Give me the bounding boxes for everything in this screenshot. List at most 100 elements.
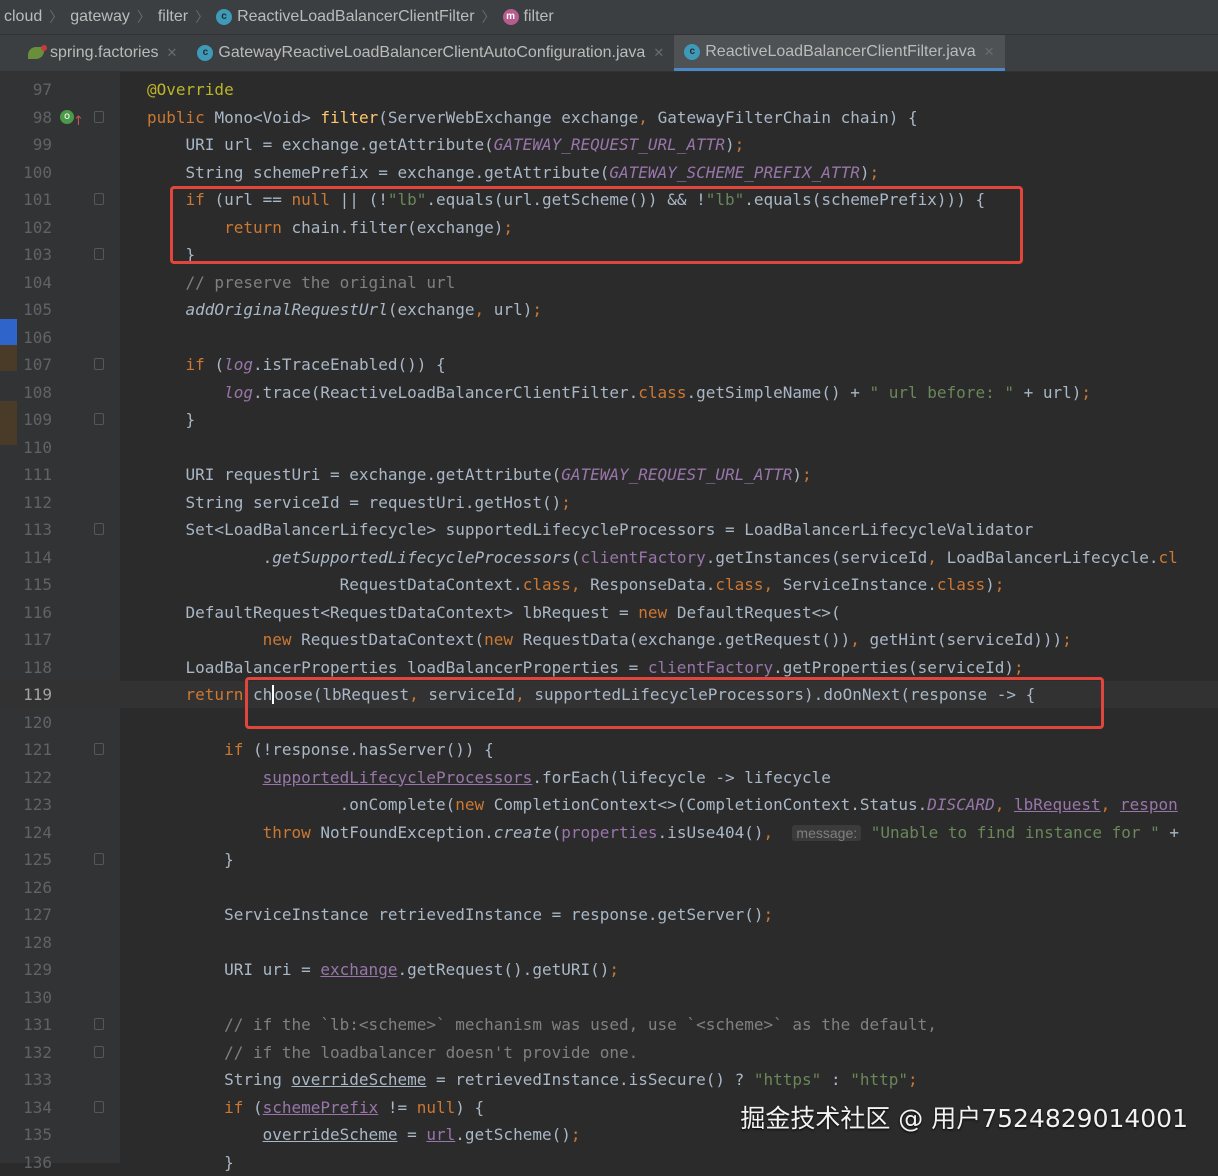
code-line[interactable]: 129 URI uri = exchange.getRequest().getU… (0, 956, 1218, 983)
code-line[interactable]: 110 (0, 434, 1218, 461)
fold-icon[interactable] (94, 193, 104, 205)
line-number[interactable]: 122 (0, 764, 52, 791)
code-text[interactable]: ServiceInstance retrievedInstance = resp… (147, 901, 773, 928)
code-line[interactable]: 123 .onComplete(new CompletionContext<>(… (0, 791, 1218, 818)
line-number[interactable]: 106 (0, 324, 52, 351)
code-text[interactable]: addOriginalRequestUrl(exchange, url); (147, 296, 542, 323)
fold-icon[interactable] (94, 248, 104, 260)
code-line[interactable]: 121 if (!response.hasServer()) { (0, 736, 1218, 763)
code-line[interactable]: 136 } (0, 1149, 1218, 1176)
code-text[interactable]: @Override (147, 76, 234, 103)
code-line[interactable]: 99 URI url = exchange.getAttribute(GATEW… (0, 131, 1218, 158)
fold-icon[interactable] (94, 1100, 104, 1113)
code-text[interactable]: // if the `lb:<scheme>` mechanism was us… (147, 1011, 937, 1038)
code-text[interactable]: // if the loadbalancer doesn't provide o… (147, 1039, 638, 1066)
tab-reactive-loadbalancer-filter[interactable]: c ReactiveLoadBalancerClientFilter.java … (674, 35, 1005, 71)
close-icon[interactable]: ✕ (984, 44, 995, 60)
code-text[interactable]: URI url = exchange.getAttribute(GATEWAY_… (147, 131, 745, 158)
code-text[interactable]: new RequestDataContext(new RequestData(e… (147, 626, 1072, 653)
line-number[interactable]: 134 (0, 1094, 52, 1121)
line-number[interactable]: 104 (0, 269, 52, 296)
code-text[interactable]: DefaultRequest<RequestDataContext> lbReq… (147, 599, 841, 626)
line-number[interactable]: 101 (0, 186, 52, 213)
code-line[interactable]: 130 (0, 984, 1218, 1011)
fold-icon[interactable] (94, 413, 104, 425)
line-number[interactable]: 113 (0, 516, 52, 543)
line-number[interactable]: 130 (0, 984, 52, 1011)
line-number[interactable]: 111 (0, 461, 52, 488)
code-text[interactable]: } (147, 1149, 234, 1176)
line-number[interactable]: 107 (0, 351, 52, 378)
line-number[interactable]: 124 (0, 819, 52, 846)
code-line[interactable]: 113 Set<LoadBalancerLifecycle> supported… (0, 516, 1218, 543)
code-line[interactable]: 131 // if the `lb:<scheme>` mechanism wa… (0, 1011, 1218, 1038)
line-number[interactable]: 103 (0, 241, 52, 268)
code-text[interactable]: if (log.isTraceEnabled()) { (147, 351, 446, 378)
code-line[interactable]: 108 log.trace(ReactiveLoadBalancerClient… (0, 379, 1218, 406)
code-line[interactable]: 116 DefaultRequest<RequestDataContext> l… (0, 599, 1218, 626)
code-text[interactable]: supportedLifecycleProcessors.forEach(lif… (147, 764, 831, 791)
code-line[interactable]: 105 addOriginalRequestUrl(exchange, url)… (0, 296, 1218, 323)
fold-icon[interactable] (94, 743, 104, 755)
line-number[interactable]: 135 (0, 1121, 52, 1148)
line-number[interactable]: 119 (0, 681, 52, 708)
code-line[interactable]: 111 URI requestUri = exchange.getAttribu… (0, 461, 1218, 488)
fold-icon[interactable] (94, 1018, 104, 1030)
code-text[interactable]: URI requestUri = exchange.getAttribute(G… (147, 461, 812, 488)
fold-icon[interactable] (94, 110, 104, 123)
line-number[interactable]: 100 (0, 159, 52, 186)
line-number[interactable]: 114 (0, 544, 52, 571)
code-text[interactable]: log.trace(ReactiveLoadBalancerClientFilt… (147, 379, 1091, 406)
fold-icon[interactable] (94, 1045, 104, 1058)
line-number[interactable]: 121 (0, 736, 52, 763)
code-line[interactable]: 117 new RequestDataContext(new RequestDa… (0, 626, 1218, 653)
line-number[interactable]: 117 (0, 626, 52, 653)
code-line[interactable]: 97 @Override (0, 76, 1218, 103)
code-line[interactable]: 124 throw NotFoundException.create(prope… (0, 819, 1218, 846)
code-text[interactable]: RequestDataContext.class, ResponseData.c… (147, 571, 1005, 598)
close-icon[interactable]: ✕ (167, 45, 178, 61)
line-number[interactable]: 99 (0, 131, 52, 158)
line-number[interactable]: 128 (0, 929, 52, 956)
line-number[interactable]: 127 (0, 901, 52, 928)
code-text[interactable]: if (schemePrefix != null) { (147, 1094, 484, 1121)
line-number[interactable]: 98 (0, 104, 52, 131)
code-line[interactable]: 128 (0, 929, 1218, 956)
code-text[interactable]: .getSupportedLifecycleProcessors(clientF… (147, 544, 1178, 571)
line-number[interactable]: 116 (0, 599, 52, 626)
code-line[interactable]: 126 (0, 874, 1218, 901)
line-number[interactable]: 108 (0, 379, 52, 406)
code-line[interactable]: 100 String schemePrefix = exchange.getAt… (0, 159, 1218, 186)
line-number[interactable]: 110 (0, 434, 52, 461)
fold-icon[interactable] (94, 853, 104, 865)
code-line[interactable]: 98 o ↑ public Mono<Void> filter(ServerWebEx… (0, 104, 1218, 131)
code-text[interactable]: } (147, 406, 196, 433)
code-line[interactable]: 127 ServiceInstance retrievedInstance = … (0, 901, 1218, 928)
override-marker-icon[interactable]: o (60, 109, 74, 124)
code-text[interactable]: URI uri = exchange.getRequest().getURI()… (147, 956, 619, 983)
code-text[interactable]: throw NotFoundException.create(propertie… (147, 819, 1179, 847)
breadcrumb-item-gateway[interactable]: gateway (66, 8, 134, 26)
line-number[interactable]: 112 (0, 489, 52, 516)
breadcrumb-item-cloud[interactable]: cloud (0, 8, 46, 26)
line-number[interactable]: 105 (0, 296, 52, 323)
line-number[interactable]: 126 (0, 874, 52, 901)
code-text[interactable]: // preserve the original url (147, 269, 456, 296)
line-number[interactable]: 131 (0, 1011, 52, 1038)
line-number[interactable]: 115 (0, 571, 52, 598)
breadcrumb-item-filter-package[interactable]: filter (154, 8, 192, 26)
line-number[interactable]: 123 (0, 791, 52, 818)
code-text[interactable]: public Mono<Void> filter(ServerWebExchan… (147, 104, 918, 131)
line-number[interactable]: 133 (0, 1066, 52, 1093)
line-number[interactable]: 129 (0, 956, 52, 983)
breadcrumb-item-method[interactable]: m filter (499, 8, 558, 26)
code-text[interactable]: Set<LoadBalancerLifecycle> supportedLife… (147, 516, 1034, 543)
fold-icon[interactable] (94, 523, 104, 535)
line-number[interactable]: 132 (0, 1039, 52, 1066)
line-number[interactable]: 136 (0, 1149, 52, 1176)
line-number[interactable]: 125 (0, 846, 52, 873)
close-icon[interactable]: ✕ (653, 45, 664, 61)
code-line[interactable]: 106 (0, 324, 1218, 351)
line-number[interactable]: 120 (0, 709, 52, 736)
code-line[interactable]: 109 } (0, 406, 1218, 433)
